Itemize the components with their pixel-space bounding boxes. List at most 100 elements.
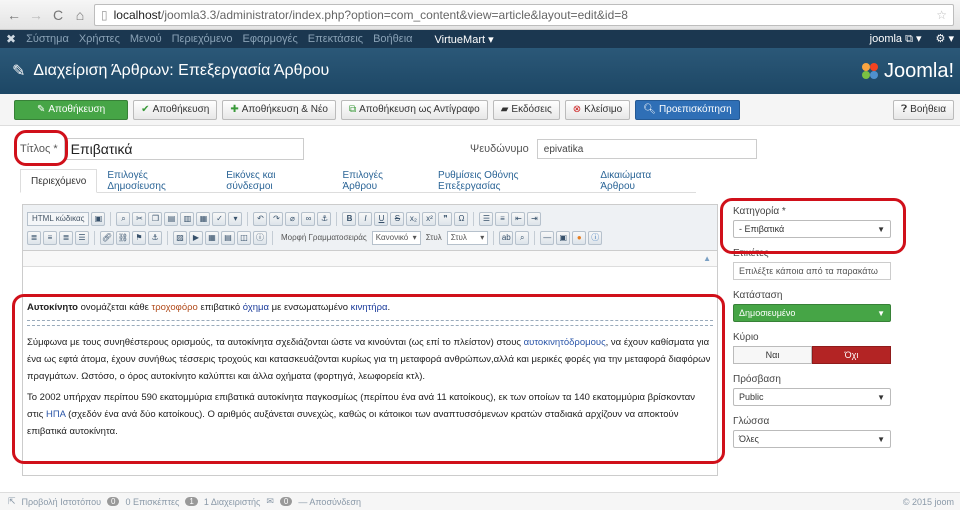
table-icon[interactable]: ▦ <box>205 230 219 245</box>
menu-item-virtuemart[interactable]: VirtueMart ▾ <box>435 33 494 46</box>
unordered-list-icon[interactable]: ☰ <box>479 211 494 226</box>
info-icon[interactable]: ⓘ <box>253 230 267 245</box>
strikethrough-icon[interactable]: S <box>390 211 405 226</box>
paste-text-icon[interactable]: ▥ <box>180 211 195 226</box>
insert-link-icon[interactable]: 🔗︎ <box>100 230 114 245</box>
joomla-menu-icon[interactable]: ✖ <box>6 32 16 46</box>
help-button[interactable]: ❓︎ Βοήθεια <box>893 99 954 120</box>
iframe-icon[interactable]: ◫ <box>237 230 251 245</box>
underline-icon[interactable]: U <box>374 211 389 226</box>
menu-item-content[interactable]: Περιεχόμενο <box>172 33 233 45</box>
menu-item-help[interactable]: Βοήθεια <box>373 33 412 45</box>
clear-format-icon[interactable]: ⌀ <box>285 211 300 226</box>
status-select[interactable]: Δημοσιευμένο ▼ <box>733 304 891 322</box>
bold-icon[interactable]: B <box>342 211 357 226</box>
forward-icon[interactable]: → <box>28 7 44 23</box>
menu-item-system[interactable]: Σύστημα <box>26 33 69 45</box>
hr-icon[interactable]: — <box>540 230 555 245</box>
about-icon[interactable]: ⓘ <box>588 230 603 245</box>
featured-no-button[interactable]: Όχι <box>812 346 891 364</box>
justify-icon[interactable]: ☰ <box>75 230 89 245</box>
tab-publishing[interactable]: Επιλογές Δημοσίευσης <box>97 169 216 193</box>
back-icon[interactable]: ← <box>6 7 22 23</box>
link-kinitira[interactable]: κινητήρα <box>351 302 388 313</box>
outdent-icon[interactable]: ⇤ <box>511 211 526 226</box>
save-close-button[interactable]: ✔ Αποθήκευση <box>133 99 218 120</box>
address-bar[interactable]: ▯ localhost/joomla3.3/administrator/inde… <box>94 3 954 26</box>
collapse-icon[interactable]: ▲ <box>703 254 711 263</box>
editor-content[interactable]: Αυτοκίνητο ονομάζεται κάθε τροχοφόρο επι… <box>23 267 717 448</box>
ordered-list-icon[interactable]: ≡ <box>495 211 510 226</box>
alias-input[interactable]: epivatika <box>536 139 757 159</box>
reload-icon[interactable]: C <box>50 7 66 23</box>
align-left-icon[interactable]: ≣ <box>27 230 41 245</box>
align-right-icon[interactable]: ≣ <box>59 230 73 245</box>
align-center-icon[interactable]: ≡ <box>43 230 57 245</box>
cut-icon[interactable]: ✂ <box>132 211 147 226</box>
quote-icon[interactable]: ❞ <box>438 211 453 226</box>
copy-icon[interactable]: ❐ <box>148 211 163 226</box>
access-select[interactable]: Public ▼ <box>733 388 891 406</box>
anchor2-icon[interactable]: ⚓ <box>148 230 162 245</box>
close-button[interactable]: ⊗ Κλείσιμο <box>564 99 631 120</box>
media-icon[interactable]: ▶ <box>189 230 203 245</box>
subscript-icon[interactable]: x₂ <box>406 211 421 226</box>
menu-item-users[interactable]: Χρήστες <box>79 33 120 45</box>
tab-permissions[interactable]: Δικαιώματα Άρθρου <box>590 169 696 193</box>
superscript-icon[interactable]: x² <box>422 211 437 226</box>
spellcheck-icon[interactable]: ✓ <box>212 211 227 226</box>
settings-menu[interactable]: ⚙ ▾ <box>936 32 954 46</box>
tab-editor-config[interactable]: Ρυθμίσεις Οθόνης Επεξεργασίας <box>428 169 590 193</box>
image-icon[interactable]: ▨ <box>173 230 187 245</box>
tags-input[interactable]: Επιλέξτε κάποια από τα παρακάτω <box>733 262 891 280</box>
save-icon[interactable]: ▣ <box>91 211 106 226</box>
title-input[interactable]: Επιβατικά <box>63 138 304 160</box>
tab-content[interactable]: Περιεχόμενο <box>20 169 98 193</box>
template-icon[interactable]: ▤ <box>221 230 235 245</box>
link-autokinitodromous[interactable]: αυτοκινητόδρομους <box>524 337 606 348</box>
paste-icon[interactable]: ▤ <box>164 211 179 226</box>
page-icon: ▯ <box>101 7 108 22</box>
home-icon[interactable]: ⌂ <box>72 7 88 23</box>
link-icon[interactable]: ∞ <box>301 211 316 226</box>
save-copy-button[interactable]: ⧉ Αποθήκευση ως Αντίγραφο <box>340 99 488 120</box>
bookmark-icon[interactable]: ⚑ <box>132 230 146 245</box>
menu-item-components[interactable]: Εφαρμογές <box>243 33 298 45</box>
star-icon[interactable]: ☆ <box>936 8 947 22</box>
link-ochima[interactable]: όχημα <box>243 302 269 313</box>
view-site-link[interactable]: Προβολή Ιστοτόπου <box>22 497 101 507</box>
category-select[interactable]: - Επιβατικά ▼ <box>733 220 891 238</box>
style-select[interactable]: Στυλ ▾ <box>446 230 489 245</box>
featured-yes-button[interactable]: Ναι <box>733 346 812 364</box>
paste-word-icon[interactable]: ▦ <box>196 211 211 226</box>
link-trochoforo[interactable]: τροχοφόρο <box>151 302 197 313</box>
html-source-button[interactable]: HTML κώδικας <box>27 211 90 226</box>
anchor-icon[interactable]: ⚓ <box>317 211 332 226</box>
abbr-icon[interactable]: ab <box>499 230 514 245</box>
indent-icon[interactable]: ⇥ <box>527 211 542 226</box>
color-icon[interactable]: ● <box>572 230 587 245</box>
link-ipa[interactable]: ΗΠΑ <box>46 409 66 420</box>
versions-button[interactable]: ▰ Εκδόσεις <box>492 99 560 120</box>
preview-button[interactable]: 🔍︎ Προεπισκόπηση <box>635 99 740 120</box>
undo-icon[interactable]: ↶ <box>253 211 268 226</box>
unlink-icon[interactable]: ⛓ <box>116 230 130 245</box>
admin-menu: ✖ Σύστημα Χρήστες Μενού Περιεχόμενο Εφαρ… <box>0 30 960 48</box>
logout-link[interactable]: — Αποσύνδεση <box>298 497 361 507</box>
user-menu[interactable]: joomla ⧉ ▾ <box>870 32 922 46</box>
font-format-select[interactable]: Κανονικό ▾ <box>371 230 421 245</box>
menu-item-menus[interactable]: Μενού <box>130 33 162 45</box>
language-select[interactable]: Όλες ▼ <box>733 430 891 448</box>
search-replace-icon[interactable]: ⌕ <box>515 230 530 245</box>
redo-icon[interactable]: ↷ <box>269 211 284 226</box>
find-icon[interactable]: ⌕ <box>116 211 131 226</box>
block-icon[interactable]: ▣ <box>556 230 571 245</box>
apply-button[interactable]: ✎ Αποθήκευση <box>14 99 129 120</box>
omega-icon[interactable]: Ω <box>454 211 469 226</box>
spellcheck-dropdown-icon[interactable]: ▾ <box>228 211 243 226</box>
tab-images-links[interactable]: Εικόνες και σύνδεσμοι <box>216 169 332 193</box>
save-new-button[interactable]: ✚ Αποθήκευση & Νέο <box>222 99 336 120</box>
tab-article-options[interactable]: Επιλογές Άρθρου <box>332 169 428 193</box>
italic-icon[interactable]: I <box>358 211 373 226</box>
menu-item-extensions[interactable]: Επεκτάσεις <box>308 33 363 45</box>
